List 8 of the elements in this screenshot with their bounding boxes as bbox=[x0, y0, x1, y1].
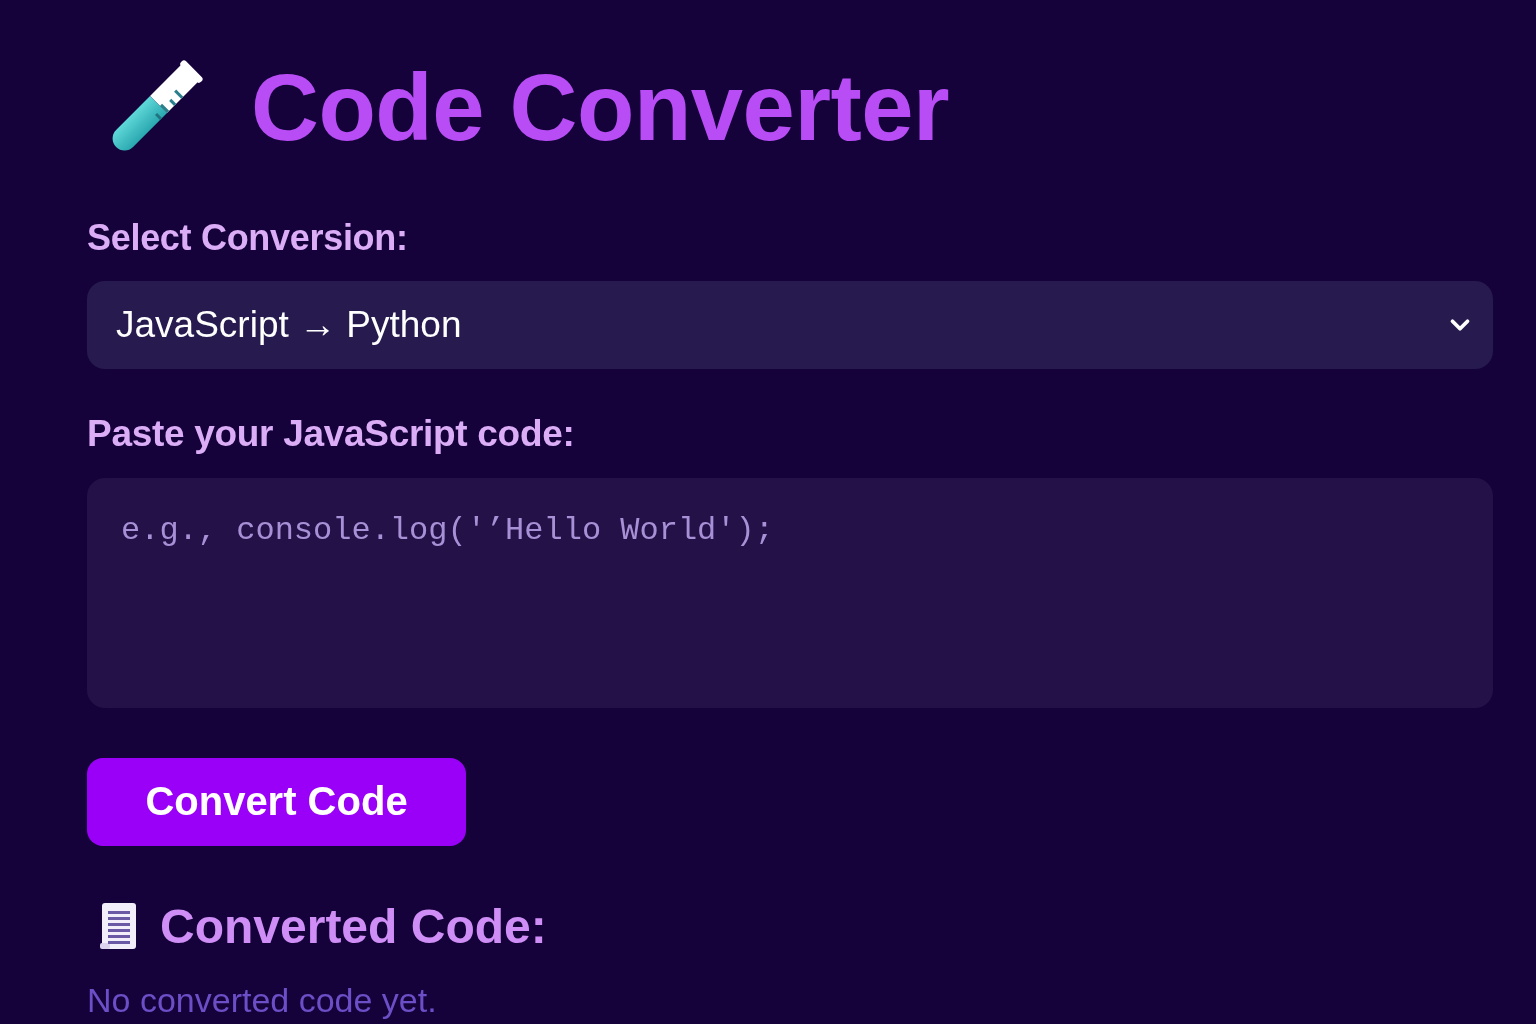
empty-output-text: No converted code yet. bbox=[87, 981, 437, 1021]
app-title: Code Converter bbox=[251, 56, 950, 160]
convert-code-button[interactable]: Convert Code bbox=[87, 757, 466, 846]
code-input-field[interactable]: e.g., console.log('’Hello World'); bbox=[87, 477, 1493, 708]
conversion-select[interactable]: JavaScript → Python bbox=[87, 281, 1493, 370]
conversion-label: Select Conversion: bbox=[87, 216, 408, 260]
converted-code-heading: Converted Code: bbox=[160, 898, 547, 955]
code-input-label: Paste your JavaScript code: bbox=[87, 412, 575, 457]
